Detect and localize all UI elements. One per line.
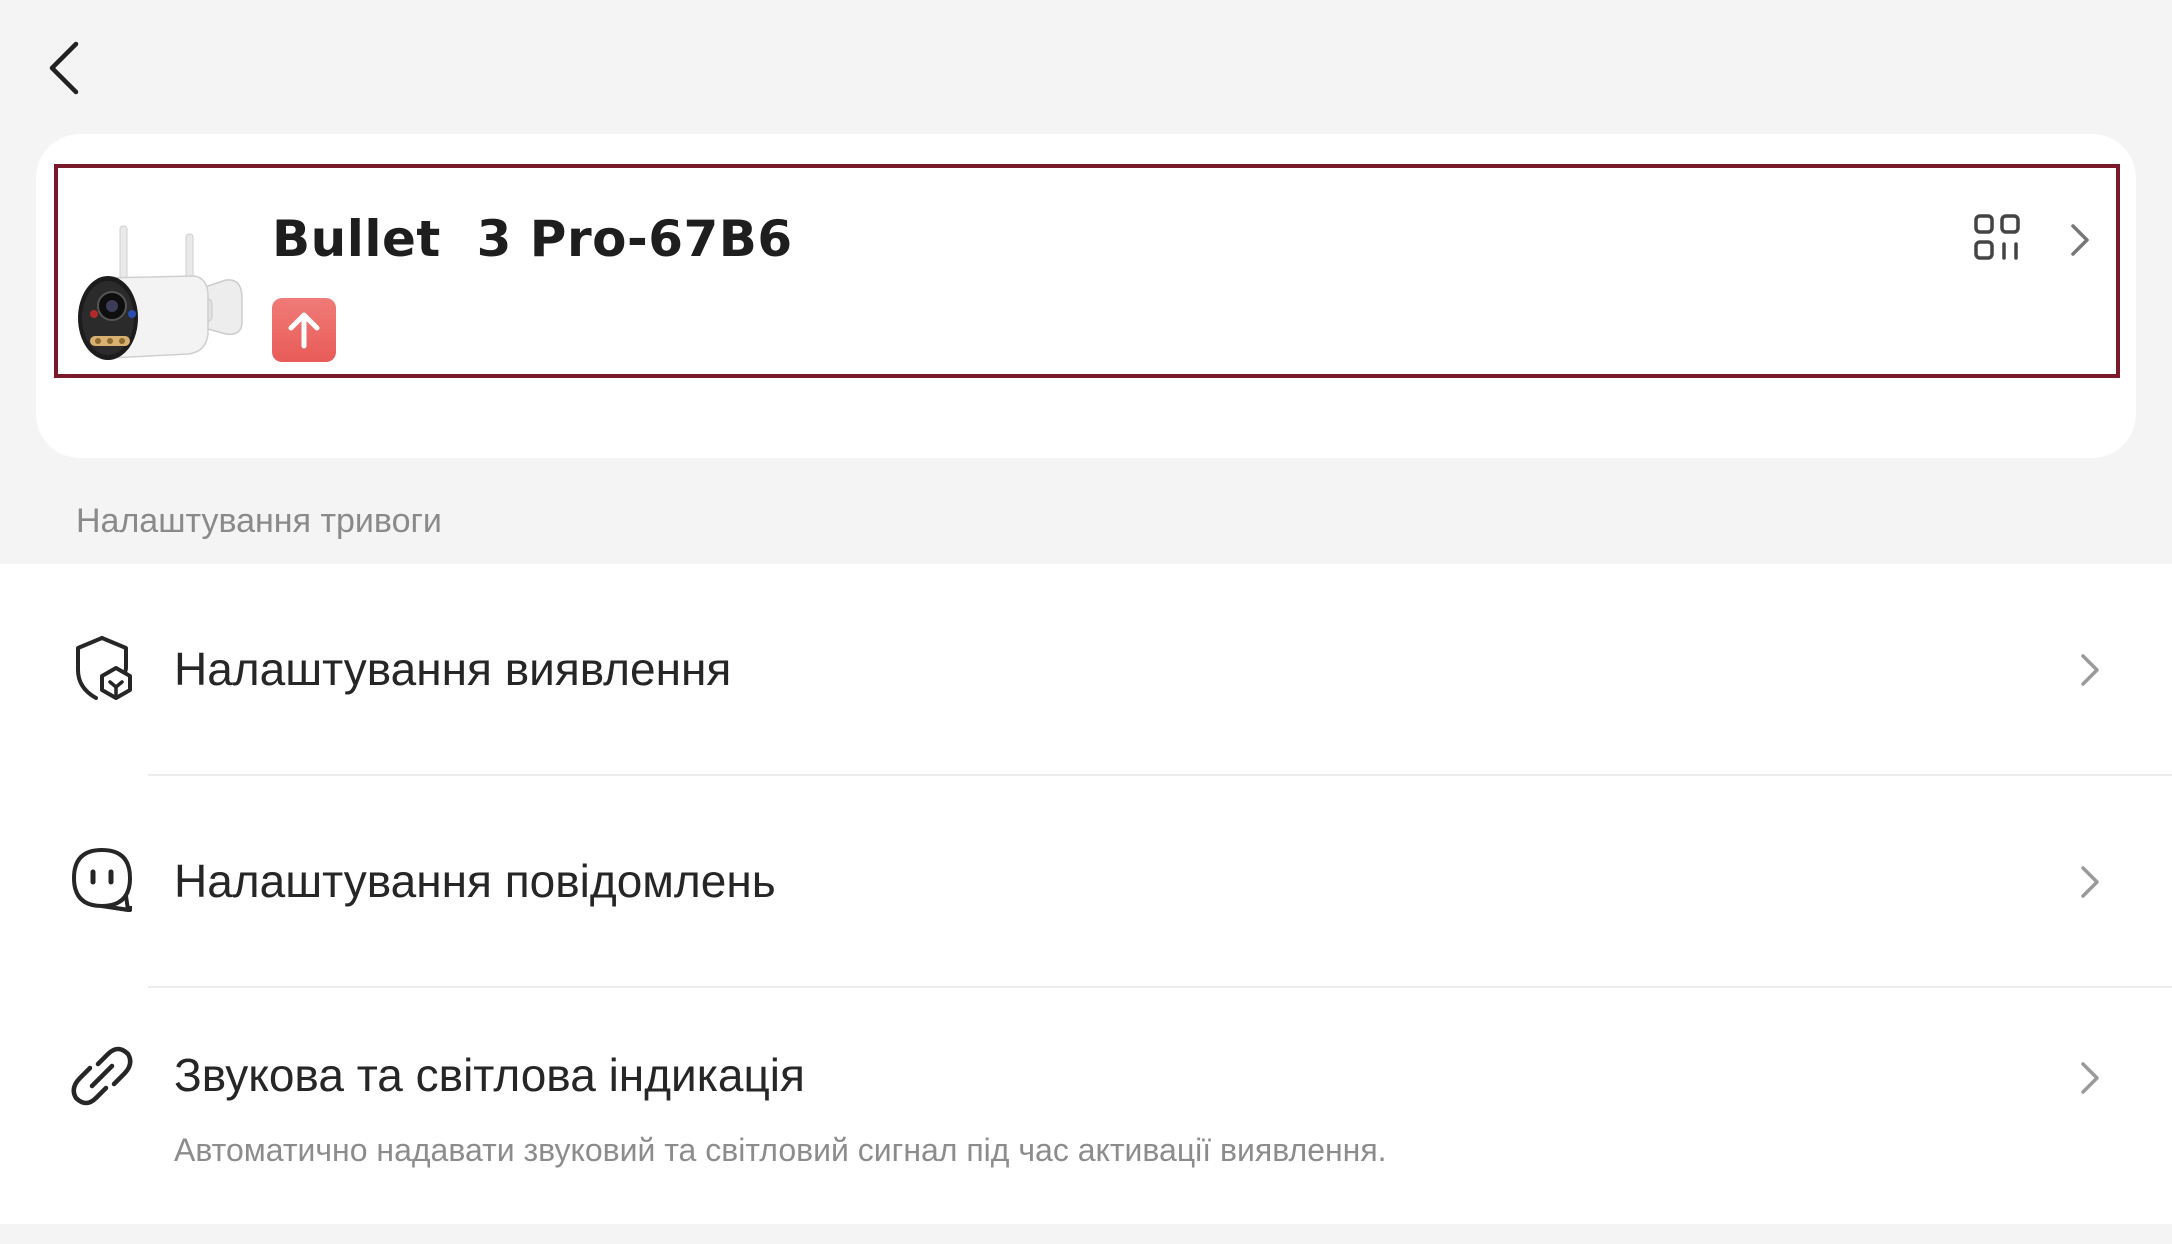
camera-thumbnail (78, 225, 243, 360)
firmware-update-badge[interactable] (272, 298, 336, 362)
shield-detection-icon (76, 636, 132, 700)
chevron-right-icon (2081, 654, 2099, 686)
list-item-sound-light-indication[interactable]: Звукова та світлова індикація Автоматичн… (0, 988, 2172, 1224)
chevron-left-icon (49, 41, 79, 95)
sound-light-indication-description: Автоматично надавати звуковий та світлов… (174, 1132, 1387, 1168)
app-screen: Bullet 3 Pro-67B6 Налаштування тривоги Н… (0, 0, 2172, 1244)
device-name: Bullet 3 Pro-67B6 (272, 210, 793, 268)
list-item-notification-settings[interactable]: Налаштування повідомлень (0, 776, 2172, 986)
sound-light-indication-label: Звукова та світлова індикація (174, 1049, 805, 1101)
qr-code-icon[interactable] (1972, 212, 2022, 262)
chevron-right-icon (2071, 224, 2089, 256)
back-button[interactable] (40, 38, 88, 98)
bottom-spacer (0, 1224, 2172, 1244)
device-row[interactable]: Bullet 3 Pro-67B6 (54, 164, 2120, 378)
arrow-up-icon (288, 312, 320, 349)
message-bubble-icon (72, 848, 132, 912)
link-icon (71, 1046, 133, 1106)
notification-settings-label: Налаштування повідомлень (174, 855, 776, 907)
chevron-right-icon (2081, 1062, 2099, 1094)
alarm-settings-list: Налаштування виявлення Налаштування пові… (0, 564, 2172, 1224)
detection-settings-label: Налаштування виявлення (174, 643, 732, 695)
list-item-detection-settings[interactable]: Налаштування виявлення (0, 564, 2172, 774)
section-title: Налаштування тривоги (76, 502, 442, 540)
device-card: Bullet 3 Pro-67B6 (36, 134, 2136, 458)
chevron-right-icon (2081, 866, 2099, 898)
